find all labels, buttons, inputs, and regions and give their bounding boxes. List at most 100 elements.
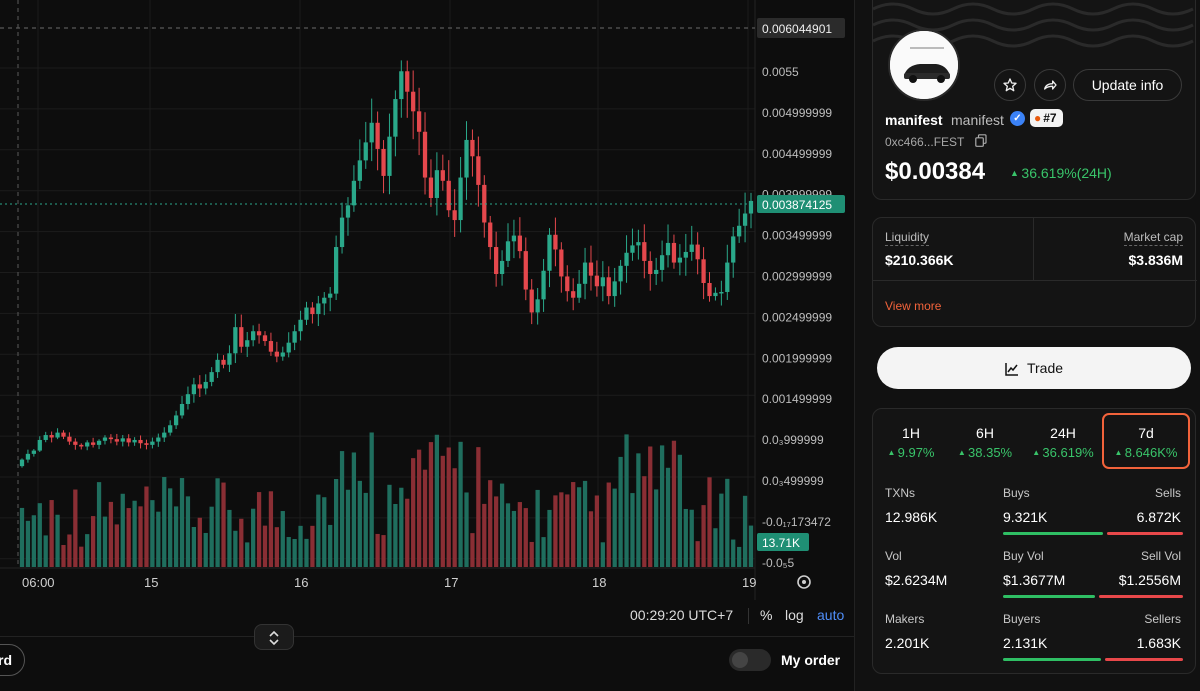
candle-body — [138, 439, 143, 444]
date-tick-label: 06:00 — [22, 575, 55, 590]
volume-bar — [399, 487, 404, 567]
sells-bar — [1107, 532, 1183, 535]
market-cap-label: Market cap — [1123, 230, 1183, 246]
volume-bar — [642, 476, 647, 567]
candle-body — [381, 148, 386, 176]
candle-body — [49, 435, 54, 438]
sells-label: Sells — [1154, 486, 1181, 500]
buyers-bar — [1003, 658, 1101, 661]
token-sidebar: Update info manifest manifest ✓ ● #7 0xc4… — [854, 0, 1200, 691]
chart-panel[interactable]: 0.0055 0.004999999 0.004499999 0.003999999 0… — [0, 0, 854, 691]
candle-body — [529, 289, 534, 313]
candle-body — [600, 277, 605, 287]
volume-bar — [565, 494, 570, 567]
candle-body — [606, 277, 611, 297]
update-info-button[interactable]: Update info — [1073, 69, 1182, 101]
chart-settings-icon[interactable] — [797, 575, 811, 589]
candle-body — [547, 234, 552, 271]
volume-bar — [582, 480, 588, 567]
candle-body — [328, 293, 333, 298]
percent-scale-toggle[interactable]: % — [760, 607, 772, 623]
volume-bar — [25, 520, 31, 567]
candle-body — [707, 283, 712, 297]
left-tab-button[interactable]: rd — [0, 644, 25, 676]
candle-body — [274, 351, 279, 357]
txns-label: TXNs — [885, 486, 915, 500]
tab-change: ▲ 36.619% — [1032, 445, 1094, 460]
tab-1h[interactable]: 1H ▲ 9.97% — [873, 413, 949, 469]
tab-6h[interactable]: 6H ▲ 38.35% — [947, 413, 1023, 469]
volume-bar — [482, 503, 487, 567]
up-arrow-icon: ▲ — [1010, 168, 1022, 178]
volume-bar — [665, 467, 671, 567]
candle-body — [345, 205, 351, 218]
share-icon[interactable] — [1034, 69, 1066, 101]
volume-bar — [67, 534, 72, 567]
volume-bar — [452, 468, 457, 567]
volume-bar — [606, 482, 611, 567]
candle-body — [310, 307, 315, 315]
makers-value: 2.201K — [885, 635, 930, 651]
my-order-toggle[interactable] — [729, 649, 771, 671]
buyers-label: Buyers — [1003, 612, 1041, 626]
volume-bar — [559, 492, 564, 567]
price-tick-label: 0.0₃499999 — [762, 474, 824, 488]
volume-bar — [369, 432, 374, 567]
volume-bar — [434, 434, 440, 567]
tab-change: ▲ 8.646K% — [1114, 445, 1178, 460]
volume-bar — [624, 434, 629, 567]
candle-body — [494, 247, 499, 275]
volume-bar — [49, 500, 54, 567]
price-chart[interactable]: 0.00550.0049999990.0044999990.0039999990… — [0, 0, 854, 600]
volume-bar — [494, 496, 499, 567]
log-scale-toggle[interactable]: log — [785, 607, 804, 623]
candle-body — [43, 435, 48, 440]
price-tick-label: 0.0₃999999 — [762, 433, 824, 447]
trade-button[interactable]: Trade — [877, 347, 1191, 389]
volume-bar — [416, 449, 422, 567]
tab-label: 1H — [902, 425, 920, 441]
volume-bar — [689, 509, 694, 567]
candle-body — [411, 91, 416, 112]
volume-bar — [517, 502, 522, 567]
tab-24h[interactable]: 24H ▲ 36.619% — [1025, 413, 1101, 469]
buys-bar — [1003, 532, 1103, 535]
view-more-link[interactable]: View more — [885, 299, 941, 313]
volume-bar — [529, 541, 534, 567]
liquidity-value: $210.366K — [885, 252, 954, 268]
chevrons-up-down-icon[interactable] — [254, 624, 294, 650]
candle-body — [665, 242, 671, 256]
volume-bar — [541, 537, 546, 567]
volume-bar — [458, 441, 463, 567]
volume-bar — [505, 503, 511, 567]
copy-icon[interactable] — [975, 134, 987, 147]
chart-overlays — [0, 0, 755, 568]
candle-body — [215, 359, 220, 373]
volume-bar — [233, 530, 238, 567]
volume-bar — [671, 440, 677, 567]
candle-body — [316, 303, 321, 315]
performance-card: 1H ▲ 9.97% 6H ▲ 38.35% 24H ▲ 36.619% 7d … — [872, 408, 1196, 674]
tab-7d[interactable]: 7d ▲ 8.646K% — [1102, 413, 1190, 469]
candle-body — [458, 177, 463, 221]
toggle-knob — [732, 652, 748, 668]
auto-scale-toggle[interactable]: auto — [817, 607, 844, 623]
price-tick-label: 0.004499999 — [762, 147, 832, 161]
candle-body — [737, 225, 742, 237]
tab-label: 6H — [976, 425, 994, 441]
volume-bar — [85, 534, 90, 567]
candle-body — [541, 270, 546, 300]
candle-body — [565, 276, 570, 292]
candle-body — [197, 384, 202, 389]
candle-body — [422, 131, 428, 178]
volume-bar — [162, 477, 167, 567]
sell-vol-label: Sell Vol — [1140, 549, 1181, 563]
candle-body — [79, 444, 84, 447]
candle-body — [553, 234, 558, 250]
volume-bar — [168, 488, 173, 567]
star-icon[interactable] — [994, 69, 1026, 101]
buy-vol-value: $1.3677M — [1003, 572, 1066, 588]
volume-bar — [351, 452, 357, 567]
token-avatar — [888, 29, 960, 101]
candle-body — [416, 111, 422, 132]
